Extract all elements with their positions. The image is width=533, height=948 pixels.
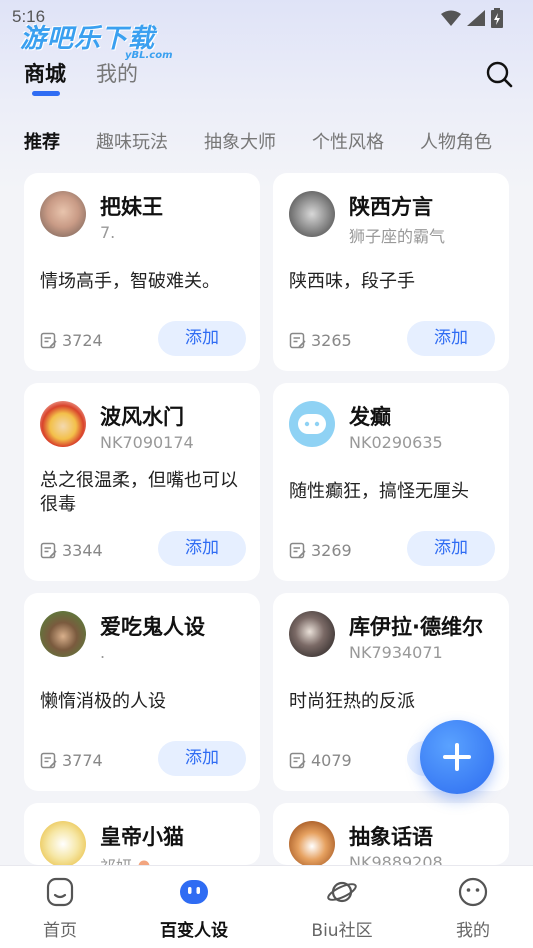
robot-icon: [180, 880, 208, 904]
avatar: [289, 611, 335, 657]
nav-community-label: Biu社区: [311, 921, 373, 941]
smile-icon: [458, 877, 488, 907]
persona-name: 波风水门: [100, 405, 184, 429]
nav-community[interactable]: Biu社区: [282, 866, 402, 948]
create-persona-button[interactable]: [420, 720, 494, 794]
persona-name: 库伊拉·德维尔: [349, 615, 483, 639]
avatar: [289, 191, 335, 237]
robot-face-icon: [298, 414, 326, 434]
nav-home-label: 首页: [43, 921, 77, 941]
usage-count: 3724: [40, 331, 103, 350]
add-button[interactable]: 添加: [158, 741, 246, 776]
hand-emoji-icon: [138, 860, 150, 865]
category-tab-recommend[interactable]: 推荐: [24, 128, 60, 154]
persona-card[interactable]: 爱吃鬼人设 . 懒惰消极的人设 3774 添加: [24, 593, 260, 791]
plus-icon: [443, 743, 471, 771]
persona-description: 陕西味，段子手: [289, 271, 415, 292]
category-tab-character[interactable]: 人物角色: [420, 128, 492, 154]
persona-card[interactable]: 抽象话语 NK9889208: [273, 803, 509, 865]
avatar: [289, 401, 335, 447]
persona-card[interactable]: 陕西方言 狮子座的霸气 陕西味，段子手 3265 添加: [273, 173, 509, 371]
avatar: [40, 821, 86, 865]
persona-author: NK7934071: [349, 643, 443, 662]
add-button[interactable]: 添加: [158, 531, 246, 566]
tab-store[interactable]: 商城: [24, 58, 66, 96]
nav-mine-label: 我的: [456, 921, 490, 941]
avatar: [40, 611, 86, 657]
edit-note-icon: [289, 332, 306, 348]
persona-card[interactable]: 波风水门 NK7090174 总之很温柔，但嘴也可以很毒 3344 添加: [24, 383, 260, 581]
persona-description: 时尚狂热的反派: [289, 691, 415, 712]
edit-note-icon: [40, 752, 57, 768]
avatar: [40, 191, 86, 237]
status-icons: [441, 8, 503, 28]
usage-count: 3265: [289, 331, 352, 350]
persona-description: 总之很温柔，但嘴也可以很毒: [40, 470, 238, 515]
avatar: [289, 821, 335, 865]
persona-name: 发癫: [349, 405, 391, 429]
usage-count-value: 3265: [311, 331, 352, 350]
header-tabs: 商城 我的: [24, 58, 138, 96]
persona-author: 7.: [100, 223, 116, 242]
nav-home[interactable]: 首页: [0, 866, 120, 948]
persona-author: 狮子座的霸气: [349, 227, 446, 246]
edit-note-icon: [40, 542, 57, 558]
category-tabs: 推荐 趣味玩法 抽象大师 个性风格 人物角色: [24, 128, 492, 154]
usage-count: 3344: [40, 541, 103, 560]
edit-note-icon: [40, 332, 57, 348]
persona-card[interactable]: 发癫 NK0290635 随性癫狂，搞怪无厘头 3269 添加: [273, 383, 509, 581]
persona-author: NK9889208: [349, 853, 443, 865]
persona-name: 抽象话语: [349, 825, 433, 849]
usage-count: 4079: [289, 751, 352, 770]
category-tab-style[interactable]: 个性风格: [312, 128, 384, 154]
persona-description: 情场高手，智破难关。: [40, 271, 220, 292]
usage-count: 3269: [289, 541, 352, 560]
persona-author: NK0290635: [349, 433, 443, 452]
usage-count-value: 4079: [311, 751, 352, 770]
persona-name: 爱吃鬼人设: [100, 615, 205, 639]
usage-count-value: 3724: [62, 331, 103, 350]
usage-count-value: 3269: [311, 541, 352, 560]
planet-icon: [327, 881, 357, 903]
persona-author: NK7090174: [100, 433, 194, 452]
edit-note-icon: [289, 752, 306, 768]
home-icon: [46, 877, 74, 907]
persona-card[interactable]: 把妹王 7. 情场高手，智破难关。 3724 添加: [24, 173, 260, 371]
tab-mine[interactable]: 我的: [96, 58, 138, 88]
nav-persona-label: 百变人设: [160, 921, 228, 941]
add-button[interactable]: 添加: [407, 321, 495, 356]
signal-icon: [467, 10, 485, 26]
persona-description: 随性癫狂，搞怪无厘头: [289, 481, 469, 502]
persona-author: 祁妍: [100, 853, 151, 865]
add-button[interactable]: 添加: [407, 531, 495, 566]
battery-icon: [491, 8, 503, 28]
persona-name: 皇帝小猫: [100, 825, 184, 849]
search-icon[interactable]: [485, 60, 513, 88]
wifi-icon: [441, 10, 461, 26]
persona-author-name: 祁妍: [100, 857, 132, 865]
usage-count-value: 3774: [62, 751, 103, 770]
usage-count-value: 3344: [62, 541, 103, 560]
usage-count: 3774: [40, 751, 103, 770]
persona-name: 把妹王: [100, 195, 163, 219]
category-tab-fun[interactable]: 趣味玩法: [96, 128, 168, 154]
persona-author: .: [100, 643, 106, 662]
avatar: [40, 401, 86, 447]
bottom-nav: 首页 百变人设 Biu社区 我的: [0, 865, 533, 948]
edit-note-icon: [289, 542, 306, 558]
add-button[interactable]: 添加: [158, 321, 246, 356]
nav-mine[interactable]: 我的: [413, 866, 533, 948]
persona-description: 懒惰消极的人设: [40, 691, 166, 712]
category-tab-abstract[interactable]: 抽象大师: [204, 128, 276, 154]
persona-name: 陕西方言: [349, 195, 433, 219]
nav-persona[interactable]: 百变人设: [134, 866, 254, 948]
persona-card[interactable]: 皇帝小猫 祁妍: [24, 803, 260, 865]
